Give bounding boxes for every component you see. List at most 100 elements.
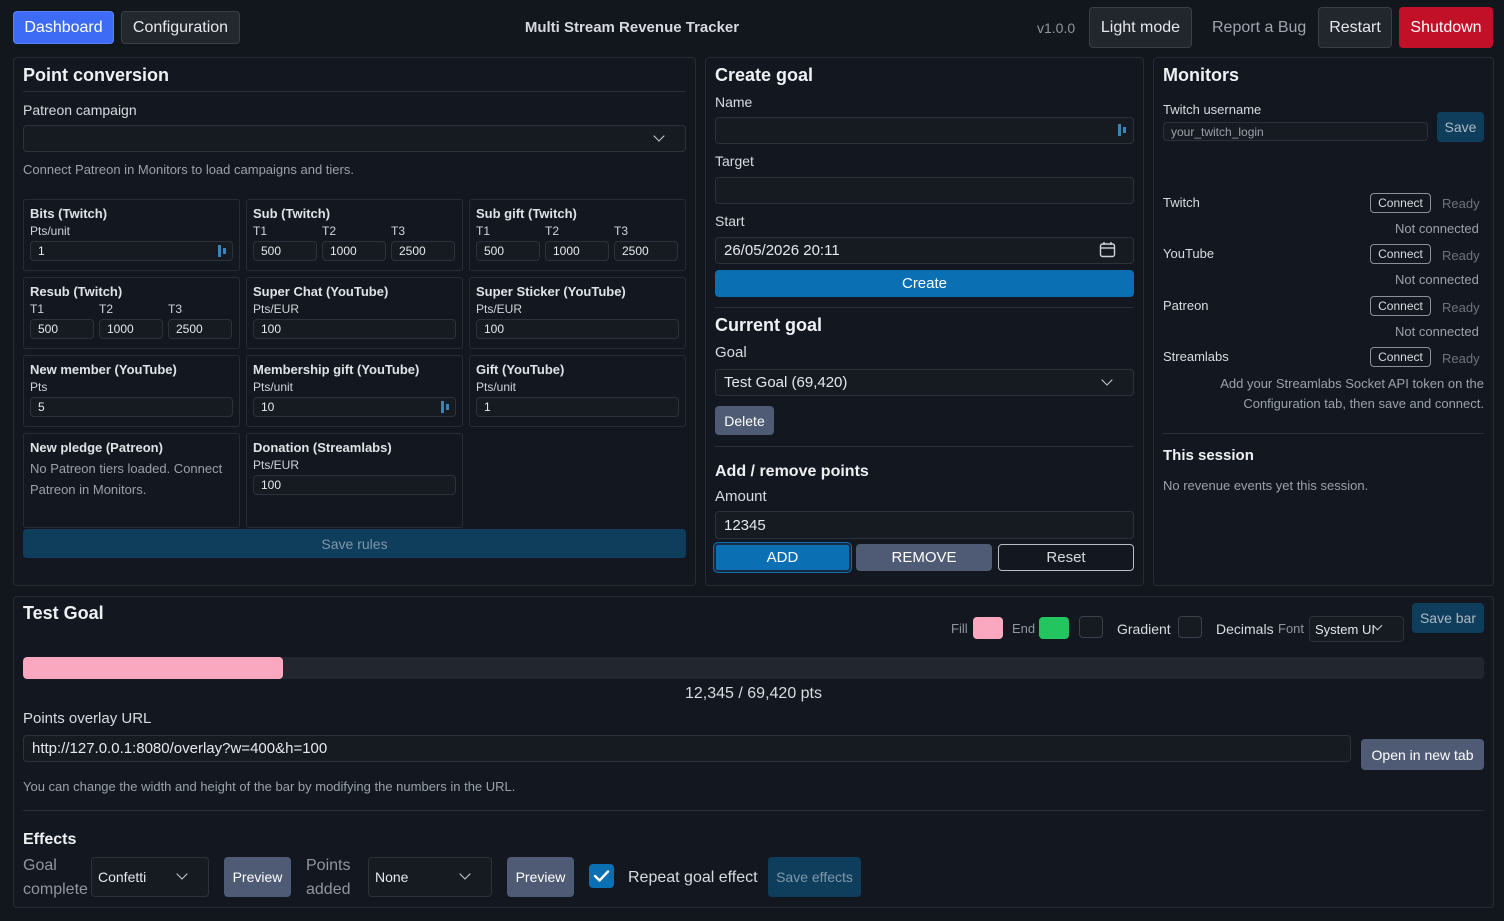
save-bar-button[interactable]: Save bar: [1412, 603, 1484, 633]
sub-t1-input[interactable]: 500: [253, 241, 317, 261]
patreon-ready-status: Ready: [1442, 300, 1480, 315]
amount-input[interactable]: 12345: [715, 511, 1134, 539]
fill-color-swatch[interactable]: [973, 617, 1003, 639]
superchat-rule: Super Chat (YouTube) Pts/EUR 100: [246, 277, 463, 349]
donation-rule: Donation (Streamlabs) Pts/EUR 100: [246, 433, 463, 528]
sub-t1-label: T1: [253, 224, 268, 238]
newpledge-note: No Patreon tiers loaded. Connect: [30, 461, 223, 476]
font-select[interactable]: System UI: [1309, 616, 1404, 642]
resub-t1-input[interactable]: 500: [30, 319, 94, 339]
calendar-icon[interactable]: [1099, 241, 1116, 258]
remove-points-button[interactable]: REMOVE: [856, 544, 992, 571]
subgift-title: Sub gift (Twitch): [476, 206, 577, 221]
current-goal-title: Current goal: [715, 315, 823, 335]
report-bug-link[interactable]: Report a Bug: [1212, 19, 1306, 37]
decimals-checkbox[interactable]: [1178, 616, 1202, 638]
progress-text: 12,345 / 69,420 pts: [685, 685, 822, 702]
patreon-connect-button[interactable]: Connect: [1370, 296, 1431, 316]
sub-t3-label: T3: [391, 224, 406, 238]
effects-title: Effects: [23, 831, 77, 848]
restart-button[interactable]: Restart: [1318, 7, 1392, 48]
tab-configuration[interactable]: Configuration: [121, 11, 240, 44]
subgift-t3-input[interactable]: 2500: [614, 241, 678, 261]
newpledge-title: New pledge (Patreon): [30, 440, 163, 455]
shutdown-button[interactable]: Shutdown: [1399, 7, 1493, 48]
goal-select[interactable]: Test Goal (69,420): [715, 369, 1134, 396]
tab-dashboard[interactable]: Dashboard: [13, 11, 114, 44]
subgift-t2-input[interactable]: 1000: [545, 241, 609, 261]
resub-t2-input[interactable]: 1000: [99, 319, 163, 339]
membershipgift-input[interactable]: 10: [253, 397, 456, 417]
overlay-url-input[interactable]: http://127.0.0.1:8080/overlay?w=400&h=10…: [23, 735, 1351, 762]
goal-complete-label: Goal: [23, 857, 57, 874]
supersticker-input[interactable]: 100: [476, 319, 679, 339]
start-datetime-input[interactable]: 26/05/2026 20:11: [715, 237, 1134, 264]
donation-unit: Pts/EUR: [253, 458, 300, 472]
goal-name-input[interactable]: [715, 117, 1134, 144]
gift-input[interactable]: 1: [476, 397, 679, 417]
newmember-input[interactable]: 5: [30, 397, 233, 417]
gradient-checkbox[interactable]: [1079, 616, 1103, 638]
sub-t3-input[interactable]: 2500: [391, 241, 455, 261]
end-color-swatch[interactable]: [1039, 617, 1069, 639]
point-conversion-title: Point conversion: [23, 65, 170, 85]
streamlabs-ready-status: Ready: [1442, 351, 1480, 366]
sub-title: Sub (Twitch): [253, 206, 331, 221]
save-effects-button[interactable]: Save effects: [768, 857, 861, 897]
goal-effect-select[interactable]: Confetti: [91, 857, 209, 897]
youtube-connect-button[interactable]: Connect: [1370, 244, 1431, 264]
goal-target-input[interactable]: [715, 177, 1134, 204]
password-manager-icon: [441, 401, 451, 413]
delete-goal-button[interactable]: Delete: [715, 406, 774, 435]
username-placeholder: your_twitch_login: [1171, 124, 1264, 139]
patreon-campaign-label: Patreon campaign: [23, 102, 137, 118]
add-points-button[interactable]: ADD: [714, 543, 851, 572]
subgift-t1-label: T1: [476, 224, 491, 238]
superchat-title: Super Chat (YouTube): [253, 284, 389, 299]
subgift-t1-input[interactable]: 500: [476, 241, 540, 261]
bits-unit: Pts/unit: [30, 224, 71, 238]
newmember-unit: Pts: [30, 380, 48, 394]
save-username-button[interactable]: Save: [1437, 112, 1484, 142]
newmember-rule: New member (YouTube) Pts 5: [23, 355, 240, 427]
sub-t2-input[interactable]: 1000: [322, 241, 386, 261]
twitch-username-label: Twitch username: [1163, 102, 1262, 117]
monitor-patreon-label: Patreon: [1163, 298, 1209, 313]
newpledge-rule: New pledge (Patreon) No Patreon tiers lo…: [23, 433, 240, 528]
goal-bar-title: Test Goal: [23, 603, 104, 623]
decimals-label: Decimals: [1216, 621, 1274, 637]
points-effect-select[interactable]: None: [368, 857, 492, 897]
twitch-username-input[interactable]: your_twitch_login: [1163, 122, 1428, 141]
repeat-checkbox[interactable]: [589, 864, 614, 888]
points-effect-preview-button[interactable]: Preview: [507, 857, 574, 897]
twitch-ready-status: Ready: [1442, 196, 1480, 211]
create-goal-button[interactable]: Create: [715, 270, 1134, 297]
reset-points-button[interactable]: Reset: [998, 544, 1134, 571]
resub-t3-input[interactable]: 2500: [168, 319, 232, 339]
newpledge-note: Patreon in Monitors.: [30, 482, 147, 497]
gift-unit: Pts/unit: [476, 380, 517, 394]
light-mode-button[interactable]: Light mode: [1089, 7, 1192, 48]
youtube-connection-status: Not connected: [1395, 272, 1479, 287]
patreon-campaign-select[interactable]: [23, 125, 686, 152]
twitch-connect-button[interactable]: Connect: [1370, 193, 1431, 213]
bits-rule: Bits (Twitch) Pts/unit 1: [23, 199, 240, 271]
membershipgift-unit: Pts/unit: [253, 380, 294, 394]
overlay-hint: You can change the width and height of t…: [23, 779, 516, 794]
open-new-tab-button[interactable]: Open in new tab: [1361, 739, 1484, 770]
divider: [23, 810, 1484, 811]
subgift-t3-label: T3: [614, 224, 629, 238]
divider: [1163, 433, 1484, 434]
streamlabs-connect-button[interactable]: Connect: [1370, 347, 1431, 367]
version-label: v1.0.0: [1037, 20, 1076, 36]
goal-complete-label: complete: [23, 881, 88, 898]
superchat-unit: Pts/EUR: [253, 302, 300, 316]
password-manager-icon: [218, 245, 228, 257]
donation-input[interactable]: 100: [253, 475, 456, 495]
progress-track: [23, 657, 1484, 679]
resub-t3-label: T3: [168, 302, 183, 316]
superchat-input[interactable]: 100: [253, 319, 456, 339]
goal-effect-preview-button[interactable]: Preview: [224, 857, 291, 897]
bits-input[interactable]: 1: [30, 241, 233, 261]
save-rules-button[interactable]: Save rules: [23, 529, 686, 558]
